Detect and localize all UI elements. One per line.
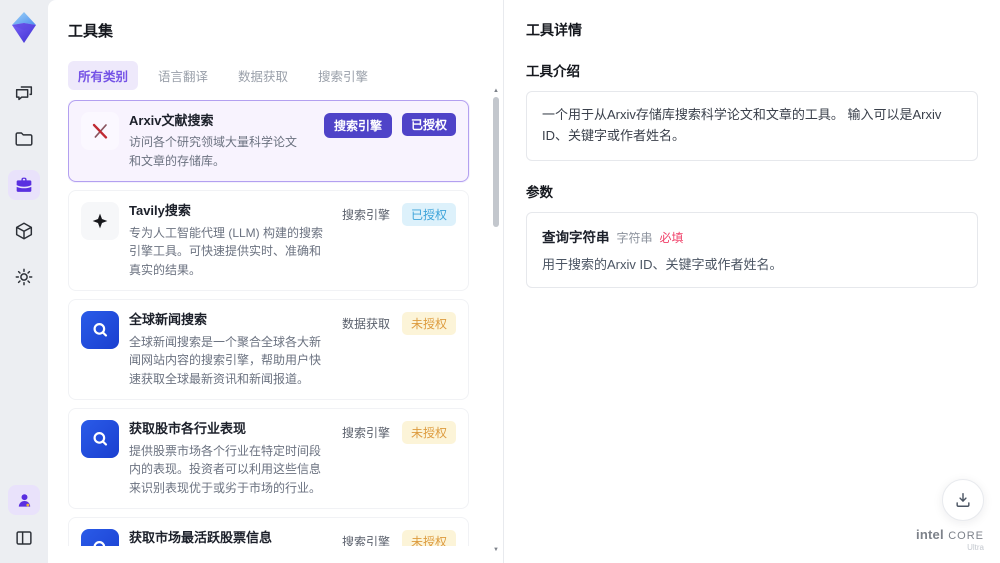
- tool-tags: 搜索引擎 未授权: [340, 420, 456, 497]
- intro-text: 一个用于从Arxiv存储库搜索科学论文和文章的工具。 输入可以是Arxiv ID…: [542, 107, 942, 143]
- page-title: 工具集: [68, 23, 114, 40]
- tool-card[interactable]: 全球新闻搜索 全球新闻搜索是一个聚合全球各大新闻网站内容的搜索引擎，帮助用户快速…: [68, 299, 469, 401]
- toolbox-icon[interactable]: [8, 170, 40, 200]
- category-tab[interactable]: 所有类别: [68, 61, 139, 90]
- category-tabs: 所有类别 语言翻译 数据获取 搜索引擎: [68, 61, 481, 90]
- tool-card[interactable]: 获取市场最活跃股票信息 提供当天交易量最高的股票列表。投资者可以利用这些信息来识…: [68, 517, 469, 546]
- scrollbar-up-arrow[interactable]: ▲: [492, 88, 500, 94]
- tool-list-panel: 工具集 所有类别 语言翻译 数据获取 搜索引擎 Arxiv文献搜索 访问各个研究领域大…: [48, 0, 504, 563]
- tool-desc: 访问各个研究领域大量科学论文和文章的存储库。: [129, 135, 298, 168]
- tool-detail-panel: 工具详情 工具介绍 一个用于从Arxiv存储库搜索科学论文和文章的工具。 输入可…: [504, 0, 1000, 563]
- tool-info: 获取市场最活跃股票信息 提供当天交易量最高的股票列表。投资者可以利用这些信息来识…: [129, 529, 324, 546]
- tool-name: Tavily搜索: [129, 203, 191, 219]
- tool-category-tag: 搜索引擎: [341, 535, 390, 546]
- tool-card[interactable]: 获取股市各行业表现 提供股票市场各个行业在特定时间段内的表现。投资者可以利用这些…: [68, 408, 469, 510]
- param-box: 查询字符串 字符串 必填 用于搜索的Arxiv ID、关键字或作者姓名。: [526, 211, 978, 289]
- param-line: 查询字符串 字符串 必填: [542, 226, 962, 246]
- tool-desc: 专为人工智能代理 (LLM) 构建的搜索引擎工具。可快速提供实时、准确和真实的结…: [129, 225, 324, 277]
- brand-intel: intel: [916, 526, 944, 542]
- tool-category-tag: 数据获取: [341, 317, 390, 332]
- detail-title: 工具详情: [526, 22, 582, 38]
- tool-info: Arxiv文献搜索 访问各个研究领域大量科学论文和文章的存储库。: [129, 112, 308, 170]
- scrollbar-down-arrow[interactable]: ▼: [492, 547, 500, 553]
- param-required-badge: 必填: [659, 230, 684, 245]
- tool-status-badge: 未授权: [401, 421, 456, 445]
- brand-core: CORE: [948, 529, 984, 542]
- tool-card[interactable]: Tavily搜索 专为人工智能代理 (LLM) 构建的搜索引擎工具。可快速提供实…: [68, 190, 469, 292]
- tool-icon: [81, 420, 119, 459]
- tool-status-badge: 已授权: [401, 113, 456, 136]
- list-scrollbar[interactable]: ▲ ▼: [492, 88, 500, 553]
- tool-name: Arxiv文献搜索: [129, 113, 214, 128]
- params-heading: 参数: [526, 184, 553, 200]
- scrollbar-thumb[interactable]: [493, 97, 499, 227]
- brand-suffix: Ultra: [967, 543, 984, 553]
- tool-icon: [81, 529, 119, 546]
- intro-heading: 工具介绍: [526, 64, 580, 79]
- category-tab[interactable]: 语言翻译: [148, 61, 218, 90]
- param-desc: 用于搜索的Arxiv ID、关键字或作者姓名。: [542, 256, 783, 272]
- tool-status-badge: 未授权: [401, 312, 456, 336]
- tool-info: 获取股市各行业表现 提供股票市场各个行业在特定时间段内的表现。投资者可以利用这些…: [129, 420, 324, 497]
- settings-icon[interactable]: [8, 262, 40, 292]
- tool-category-tag: 搜索引擎: [323, 113, 392, 138]
- main-content: 工具集 所有类别 语言翻译 数据获取 搜索引擎 Arxiv文献搜索 访问各个研究领域大…: [48, 0, 1000, 563]
- tool-tags: 搜索引擎 未授权: [340, 529, 456, 546]
- folder-icon[interactable]: [8, 124, 40, 154]
- param-name: 查询字符串: [542, 229, 610, 245]
- rail-bottom: [8, 485, 40, 553]
- download-icon: [956, 493, 970, 507]
- intel-core-logo: intel CORE Ultra: [916, 526, 984, 553]
- app-logo-icon[interactable]: [9, 10, 39, 46]
- tool-category-tag: 搜索引擎: [341, 426, 390, 441]
- left-rail: [0, 0, 48, 563]
- tool-list: Arxiv文献搜索 访问各个研究领域大量科学论文和文章的存储库。 搜索引擎 已授…: [68, 100, 481, 546]
- user-icon[interactable]: [8, 485, 40, 515]
- panel-icon[interactable]: [8, 523, 40, 553]
- tool-status-badge: 未授权: [401, 530, 456, 546]
- chat-icon[interactable]: [8, 78, 40, 108]
- download-button[interactable]: [942, 479, 984, 521]
- app-window: 工具集 所有类别 语言翻译 数据获取 搜索引擎 Arxiv文献搜索 访问各个研究领域大…: [0, 0, 1000, 563]
- intro-box: 一个用于从Arxiv存储库搜索科学论文和文章的工具。 输入可以是Arxiv ID…: [526, 91, 978, 161]
- category-tab[interactable]: 搜索引擎: [308, 61, 378, 90]
- tool-card[interactable]: Arxiv文献搜索 访问各个研究领域大量科学论文和文章的存储库。 搜索引擎 已授…: [68, 100, 469, 183]
- tool-desc: 提供股票市场各个行业在特定时间段内的表现。投资者可以利用这些信息来识别表现优于或…: [129, 443, 322, 495]
- tool-info: Tavily搜索 专为人工智能代理 (LLM) 构建的搜索引擎工具。可快速提供实…: [129, 202, 324, 279]
- tool-status-badge: 已授权: [401, 203, 456, 227]
- param-type: 字符串: [616, 230, 653, 245]
- rail-nav: [8, 78, 40, 292]
- category-tab[interactable]: 数据获取: [228, 61, 298, 90]
- tool-name: 获取股市各行业表现: [129, 421, 247, 437]
- tool-icon: [81, 311, 119, 350]
- tool-name: 全球新闻搜索: [129, 312, 208, 328]
- tool-tags: 搜索引擎 已授权: [340, 202, 456, 279]
- tool-tags: 数据获取 未授权: [340, 311, 456, 388]
- tool-name: 获取市场最活跃股票信息: [129, 530, 273, 546]
- cube-icon[interactable]: [8, 216, 40, 246]
- tool-tags: 搜索引擎 已授权: [323, 112, 456, 170]
- tool-icon: [81, 112, 119, 150]
- tool-icon: [81, 202, 119, 241]
- tool-category-tag: 搜索引擎: [341, 208, 390, 223]
- tool-desc: 全球新闻搜索是一个聚合全球各大新闻网站内容的搜索引擎，帮助用户快速获取全球最新资…: [129, 334, 322, 386]
- tool-info: 全球新闻搜索 全球新闻搜索是一个聚合全球各大新闻网站内容的搜索引擎，帮助用户快速…: [129, 311, 324, 388]
